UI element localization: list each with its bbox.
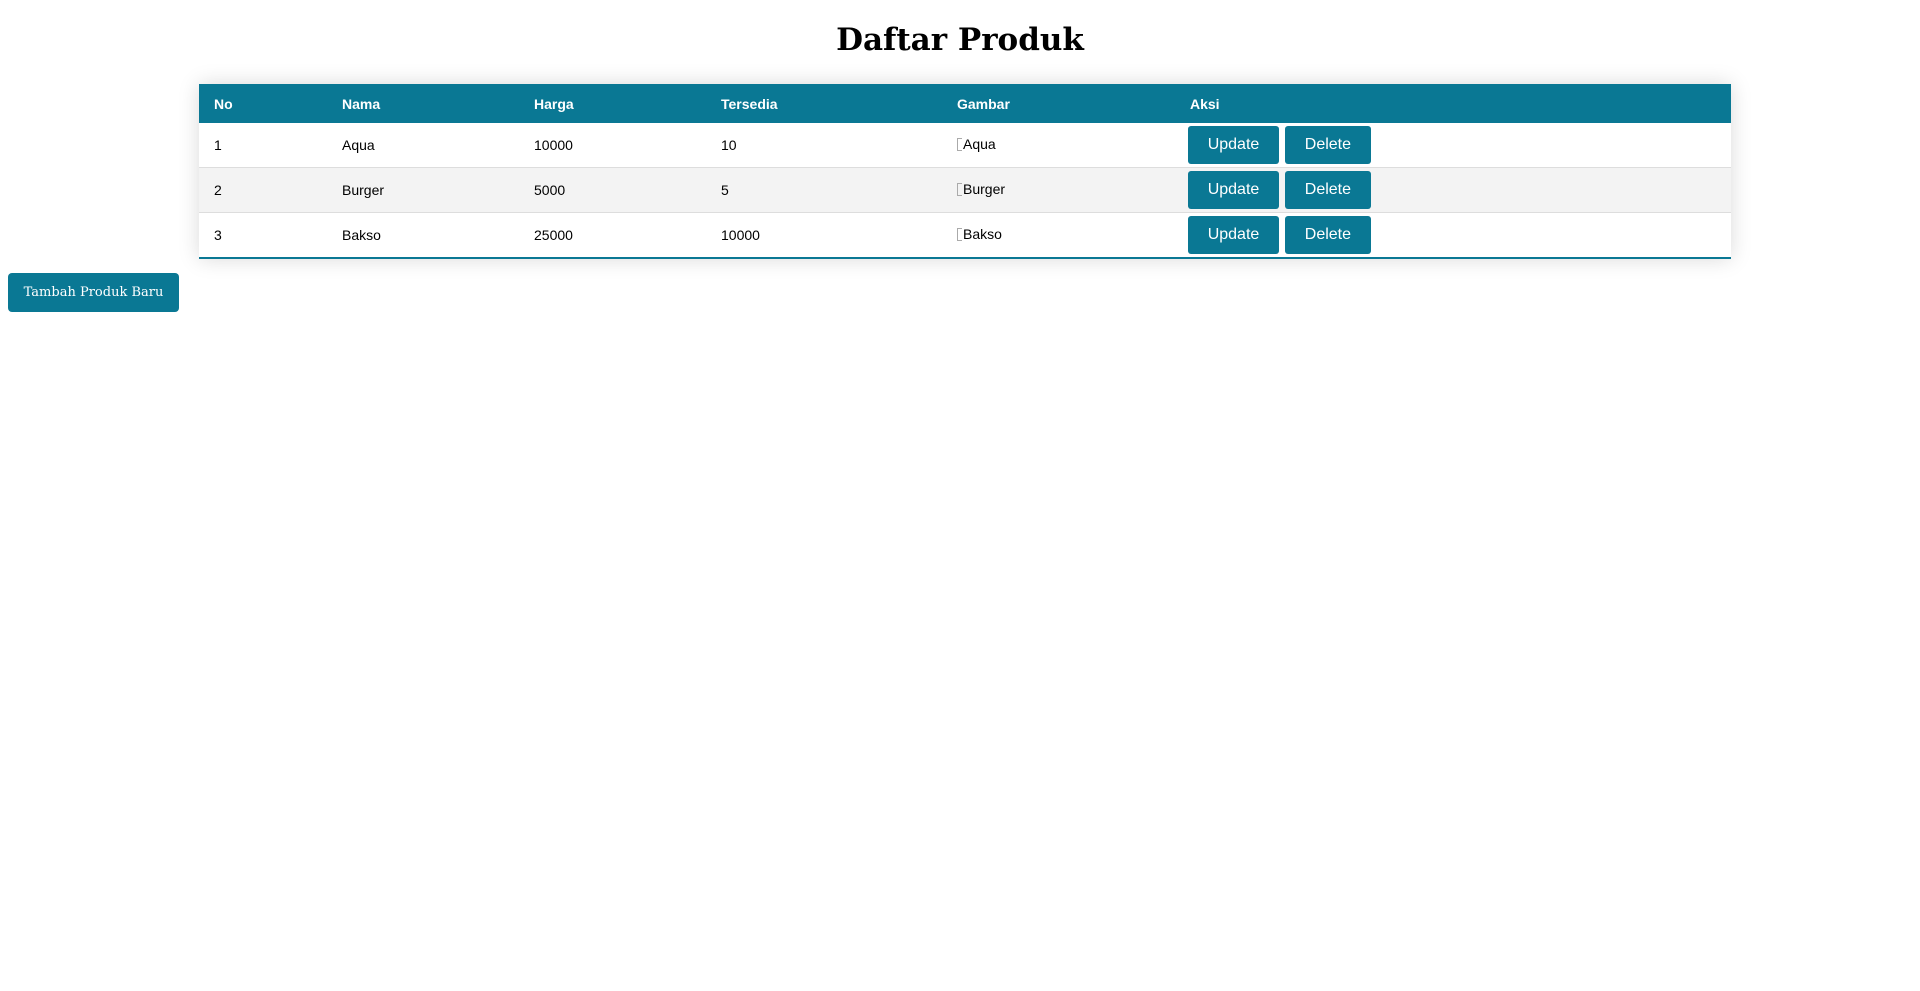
product-image-alt-text: Burger: [963, 181, 1006, 198]
update-button[interactable]: Update: [1188, 171, 1279, 209]
cell-tersedia: 10: [721, 137, 737, 153]
column-header-aksi: Aksi: [1190, 95, 1220, 112]
add-product-button[interactable]: Tambah Produk Baru: [8, 273, 179, 312]
cell-tersedia: 10000: [721, 227, 760, 243]
table-body: 1 Aqua 10000 10 Aqua Update Delete 2 Bur…: [199, 123, 1731, 258]
table-row: 2 Burger 5000 5 Burger Update Delete: [199, 167, 1731, 213]
cell-no: 2: [214, 182, 222, 198]
cell-aksi: Update Delete: [1175, 213, 1731, 259]
update-button[interactable]: Update: [1188, 216, 1279, 254]
cell-no: 3: [214, 227, 222, 243]
delete-button[interactable]: Delete: [1284, 171, 1371, 209]
column-header-harga: Harga: [534, 95, 574, 112]
cell-no: 1: [214, 137, 222, 153]
cell-gambar: Burger: [942, 168, 1175, 213]
broken-image-icon: [957, 137, 962, 151]
cell-aksi: Update Delete: [1175, 123, 1731, 168]
update-button[interactable]: Update: [1188, 126, 1279, 164]
product-image: Burger: [957, 181, 1005, 197]
column-header-no: No: [214, 95, 233, 112]
table-row: 1 Aqua 10000 10 Aqua Update Delete: [199, 123, 1731, 168]
product-image: Bakso: [957, 226, 1002, 242]
column-header-tersedia: Tersedia: [721, 95, 778, 112]
broken-image-icon: [957, 182, 962, 196]
cell-harga: 5000: [534, 182, 566, 198]
cell-harga: 25000: [534, 227, 573, 243]
cell-harga: 10000: [534, 137, 573, 153]
column-header-nama: Nama: [342, 95, 381, 112]
cell-nama: Bakso: [342, 227, 381, 243]
product-table-container: No Nama Harga Tersedia Gambar Aksi 1 Aqu…: [199, 84, 1731, 259]
delete-button[interactable]: Delete: [1284, 126, 1371, 164]
delete-button[interactable]: Delete: [1284, 216, 1371, 254]
table-header-row: No Nama Harga Tersedia Gambar Aksi: [199, 84, 1731, 123]
table-header: No Nama Harga Tersedia Gambar Aksi: [199, 84, 1731, 123]
cell-gambar: Aqua: [942, 123, 1175, 168]
product-image: Aqua: [957, 136, 996, 152]
cell-nama: Burger: [342, 182, 385, 198]
cell-nama: Aqua: [342, 137, 375, 153]
page-title: Daftar Produk: [836, 22, 1084, 58]
product-image-alt-text: Bakso: [963, 226, 1002, 243]
cell-gambar: Bakso: [942, 213, 1175, 259]
column-header-gambar: Gambar: [957, 95, 1010, 112]
cell-aksi: Update Delete: [1175, 168, 1731, 213]
product-table: No Nama Harga Tersedia Gambar Aksi 1 Aqu…: [199, 84, 1731, 259]
product-image-alt-text: Aqua: [963, 136, 996, 153]
cell-tersedia: 5: [721, 182, 729, 198]
broken-image-icon: [957, 227, 962, 241]
table-row: 3 Bakso 25000 10000 Bakso Update Delete: [199, 213, 1731, 259]
